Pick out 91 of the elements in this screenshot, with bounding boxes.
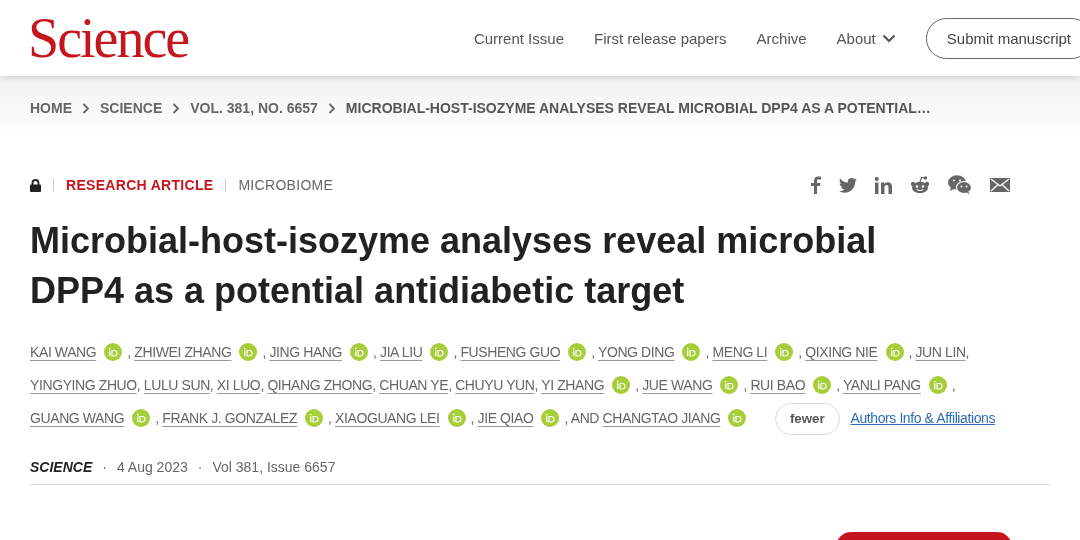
linkedin-icon[interactable]: [875, 176, 892, 194]
journal-name: SCIENCE: [30, 459, 93, 475]
orcid-icon[interactable]: [612, 376, 631, 394]
issue-info: Vol 381, Issue 6657: [212, 459, 336, 475]
author-separator: ,: [373, 344, 378, 360]
author-separator: ,: [448, 377, 453, 393]
orcid-icon[interactable]: [775, 343, 794, 361]
orcid-icon[interactable]: [132, 409, 151, 427]
orcid-icon[interactable]: [350, 343, 369, 361]
author-link[interactable]: LULU SUN: [143, 377, 210, 393]
article-section[interactable]: MICROBIOME: [238, 177, 334, 193]
chevron-right-icon: [172, 102, 181, 114]
author-separator: ,: [155, 410, 160, 426]
author-separator: ,: [534, 377, 540, 393]
orcid-icon[interactable]: [568, 343, 587, 361]
science-logo[interactable]: Science: [28, 10, 189, 66]
authors-info-link[interactable]: Authors Info & Affiliations: [850, 410, 996, 426]
article-title: Microbial-host-isozyme analyses reveal microbial DPP4 as a potential antidiabetic target: [30, 219, 878, 313]
author-separator: ,: [453, 344, 458, 360]
orcid-icon[interactable]: [541, 409, 560, 427]
author-separator: ,: [372, 377, 377, 393]
author-separator: ,: [209, 377, 215, 393]
author-separator: ,: [591, 344, 596, 360]
author-link[interactable]: KAI WANG: [30, 344, 97, 360]
orcid-icon[interactable]: [104, 343, 123, 361]
orcid-icon[interactable]: [305, 409, 324, 427]
orcid-icon[interactable]: [928, 376, 947, 394]
twitter-icon[interactable]: [839, 177, 857, 193]
author-separator: ,: [136, 377, 142, 393]
author-separator: ,: [965, 344, 970, 360]
author-link[interactable]: RUI BAO: [750, 377, 806, 393]
breadcrumb-link[interactable]: VOL. 381, NO. 6657: [190, 100, 318, 116]
author-link[interactable]: YONG DING: [597, 344, 675, 360]
author-link[interactable]: JUE WANG: [642, 377, 713, 393]
orcid-icon[interactable]: [728, 409, 747, 427]
author-link[interactable]: FUSHENG GUO: [460, 344, 561, 360]
author-separator: ,: [705, 344, 710, 360]
author-separator: ,: [127, 344, 132, 360]
breadcrumb-link[interactable]: SCIENCE: [100, 100, 163, 116]
chevron-right-icon: [82, 102, 90, 114]
author-link[interactable]: JIE QIAO: [477, 410, 534, 426]
author-link[interactable]: CHANGTAO JIANG: [602, 410, 721, 426]
bullet-separator: ·: [197, 459, 203, 475]
author-link[interactable]: QIXING NIE: [805, 344, 878, 360]
nav-link[interactable]: About: [836, 29, 876, 47]
facebook-icon[interactable]: [809, 176, 821, 194]
author-link[interactable]: ZHIWEI ZHANG: [134, 344, 232, 360]
author-separator: ,: [328, 410, 333, 426]
reddit-icon[interactable]: [910, 176, 930, 194]
orcid-icon[interactable]: [885, 343, 904, 361]
breadcrumb-link[interactable]: HOME: [30, 100, 72, 116]
orcid-icon[interactable]: [239, 343, 258, 361]
breadcrumb-link[interactable]: MICROBIAL-HOST-ISOZYME ANALYSES REVEAL MICROBIAL DPP4 AS A POTENTIAL…: [345, 100, 931, 116]
author-link[interactable]: GUANG WANG: [30, 410, 125, 426]
author-link[interactable]: JIA LIU: [380, 344, 423, 360]
submit-manuscript-button[interactable]: Submit manuscript: [925, 17, 1080, 59]
author-link[interactable]: JING HANG: [269, 344, 343, 360]
publication-date: 4 Aug 2023: [116, 459, 188, 475]
nav-link[interactable]: First release papers: [594, 29, 727, 47]
author-separator: ,: [262, 344, 267, 360]
fewer-button[interactable]: fewer: [774, 403, 840, 435]
orcid-icon[interactable]: [813, 376, 832, 394]
author-link[interactable]: JUN LIN: [915, 344, 966, 360]
author-separator: , AND: [564, 410, 601, 426]
author-separator: ,: [951, 377, 956, 393]
author-separator: ,: [836, 377, 841, 393]
author-separator: ,: [470, 410, 476, 426]
orcid-icon[interactable]: [447, 409, 466, 427]
nav-link[interactable]: Current Issue: [473, 29, 564, 47]
author-separator: ,: [908, 344, 913, 360]
author-separator: ,: [635, 377, 640, 393]
author-link[interactable]: MENG LI: [712, 344, 768, 360]
article-type: RESEARCH ARTICLE: [66, 177, 214, 193]
chevron-right-icon: [327, 102, 336, 114]
orcid-icon[interactable]: [430, 343, 449, 361]
author-link[interactable]: CHUYU YUN: [455, 377, 535, 393]
nav-link[interactable]: Archive: [756, 29, 807, 47]
author-link[interactable]: XIAOGUANG LEI: [335, 410, 440, 426]
author-link[interactable]: YI ZHANG: [541, 377, 605, 393]
author-separator: ,: [798, 344, 803, 360]
chevron-down-icon[interactable]: [881, 33, 896, 43]
orcid-icon[interactable]: [720, 376, 739, 394]
author-link[interactable]: YANLI PANG: [842, 377, 921, 393]
author-link[interactable]: FRANK J. GONZALEZ: [162, 410, 298, 426]
author-link[interactable]: YINGYING ZHUO: [30, 377, 137, 393]
author-separator: ,: [260, 377, 265, 393]
orcid-icon[interactable]: [682, 343, 701, 361]
envelope-icon[interactable]: [990, 178, 1010, 192]
bullet-separator: ·: [102, 459, 107, 475]
wechat-icon[interactable]: [948, 175, 972, 195]
author-separator: ,: [743, 377, 748, 393]
